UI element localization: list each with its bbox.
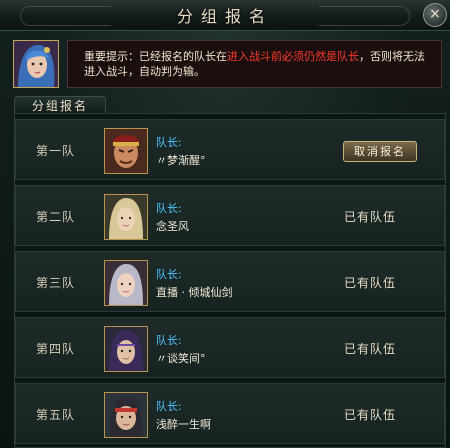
team-status: 已有队伍 bbox=[344, 408, 397, 422]
team-list: 第一队 队长: 〃梦渐醒° 取消报名 第二队 队长: 念圣风 已有队伍 第三队 … bbox=[14, 113, 446, 448]
team-row: 第二队 队长: 念圣风 已有队伍 bbox=[15, 185, 445, 246]
cancel-signup-button[interactable]: 取消报名 bbox=[343, 141, 417, 162]
leader-label: 队长: bbox=[156, 202, 182, 215]
team-name: 第二队 bbox=[36, 210, 76, 224]
male-warrior-portrait-icon bbox=[105, 129, 147, 173]
team-status: 已有队伍 bbox=[344, 210, 397, 224]
silver-hair-portrait-icon bbox=[105, 261, 147, 305]
close-button[interactable]: × bbox=[423, 3, 447, 27]
leader-name: 浅醉一生啊 bbox=[156, 418, 211, 431]
leader-label: 队长: bbox=[156, 400, 182, 413]
leader-name: 〃梦渐醒° bbox=[156, 154, 206, 167]
team-name: 第五队 bbox=[36, 408, 76, 422]
leader-name: 念圣风 bbox=[156, 220, 189, 233]
leader-label: 队长: bbox=[156, 334, 182, 347]
team-row: 第五队 队长: 浅醉一生啊 已有队伍 bbox=[15, 383, 445, 444]
team-row: 第四队 队长: 〃谈笑间° 已有队伍 bbox=[15, 317, 445, 378]
notice-area: 重要提示：已经报名的队长在进入战斗前必须仍然是队长，否则将无法进入战斗，自动判为… bbox=[13, 40, 442, 96]
signup-window: 分组报名 × 重要提示：已经报名的队长在进入战斗前必须仍然是队长，否则将无法进入… bbox=[0, 0, 450, 448]
dark-hair-portrait-icon bbox=[105, 327, 147, 371]
notice-prefix: 重要提示：已经报名的队长在 bbox=[84, 50, 227, 63]
leader-avatar bbox=[104, 392, 148, 438]
team-name: 第三队 bbox=[36, 276, 76, 290]
leader-name: 〃谈笑间° bbox=[156, 352, 206, 365]
leader-avatar bbox=[104, 194, 148, 240]
blonde-swordsman-portrait-icon bbox=[105, 195, 147, 239]
notice-text: 重要提示：已经报名的队长在进入战斗前必须仍然是队长，否则将无法进入战斗，自动判为… bbox=[84, 49, 433, 79]
window-title: 分组报名 bbox=[176, 7, 273, 26]
team-name: 第四队 bbox=[36, 342, 76, 356]
leader-label: 队长: bbox=[156, 268, 182, 281]
leader-name: 直播 · 倾城仙剑 bbox=[156, 286, 233, 299]
leader-label: 队长: bbox=[156, 136, 182, 149]
leader-avatar bbox=[104, 260, 148, 306]
team-status: 已有队伍 bbox=[344, 342, 397, 356]
leader-avatar bbox=[104, 326, 148, 372]
team-row: 第一队 队长: 〃梦渐醒° 取消报名 bbox=[15, 119, 445, 180]
notice-box: 重要提示：已经报名的队长在进入战斗前必须仍然是队长，否则将无法进入战斗，自动判为… bbox=[67, 40, 442, 88]
leader-avatar bbox=[104, 128, 148, 174]
notice-highlight: 进入战斗前必须仍然是队长 bbox=[227, 50, 359, 63]
headband-warrior-portrait-icon bbox=[105, 393, 147, 437]
female-portrait-icon bbox=[14, 41, 58, 87]
team-name: 第一队 bbox=[36, 144, 76, 158]
npc-avatar bbox=[13, 40, 59, 88]
title-bar: 分组报名 × bbox=[0, 0, 450, 31]
team-status: 已有队伍 bbox=[344, 276, 397, 290]
team-row: 第三队 队长: 直播 · 倾城仙剑 已有队伍 bbox=[15, 251, 445, 312]
